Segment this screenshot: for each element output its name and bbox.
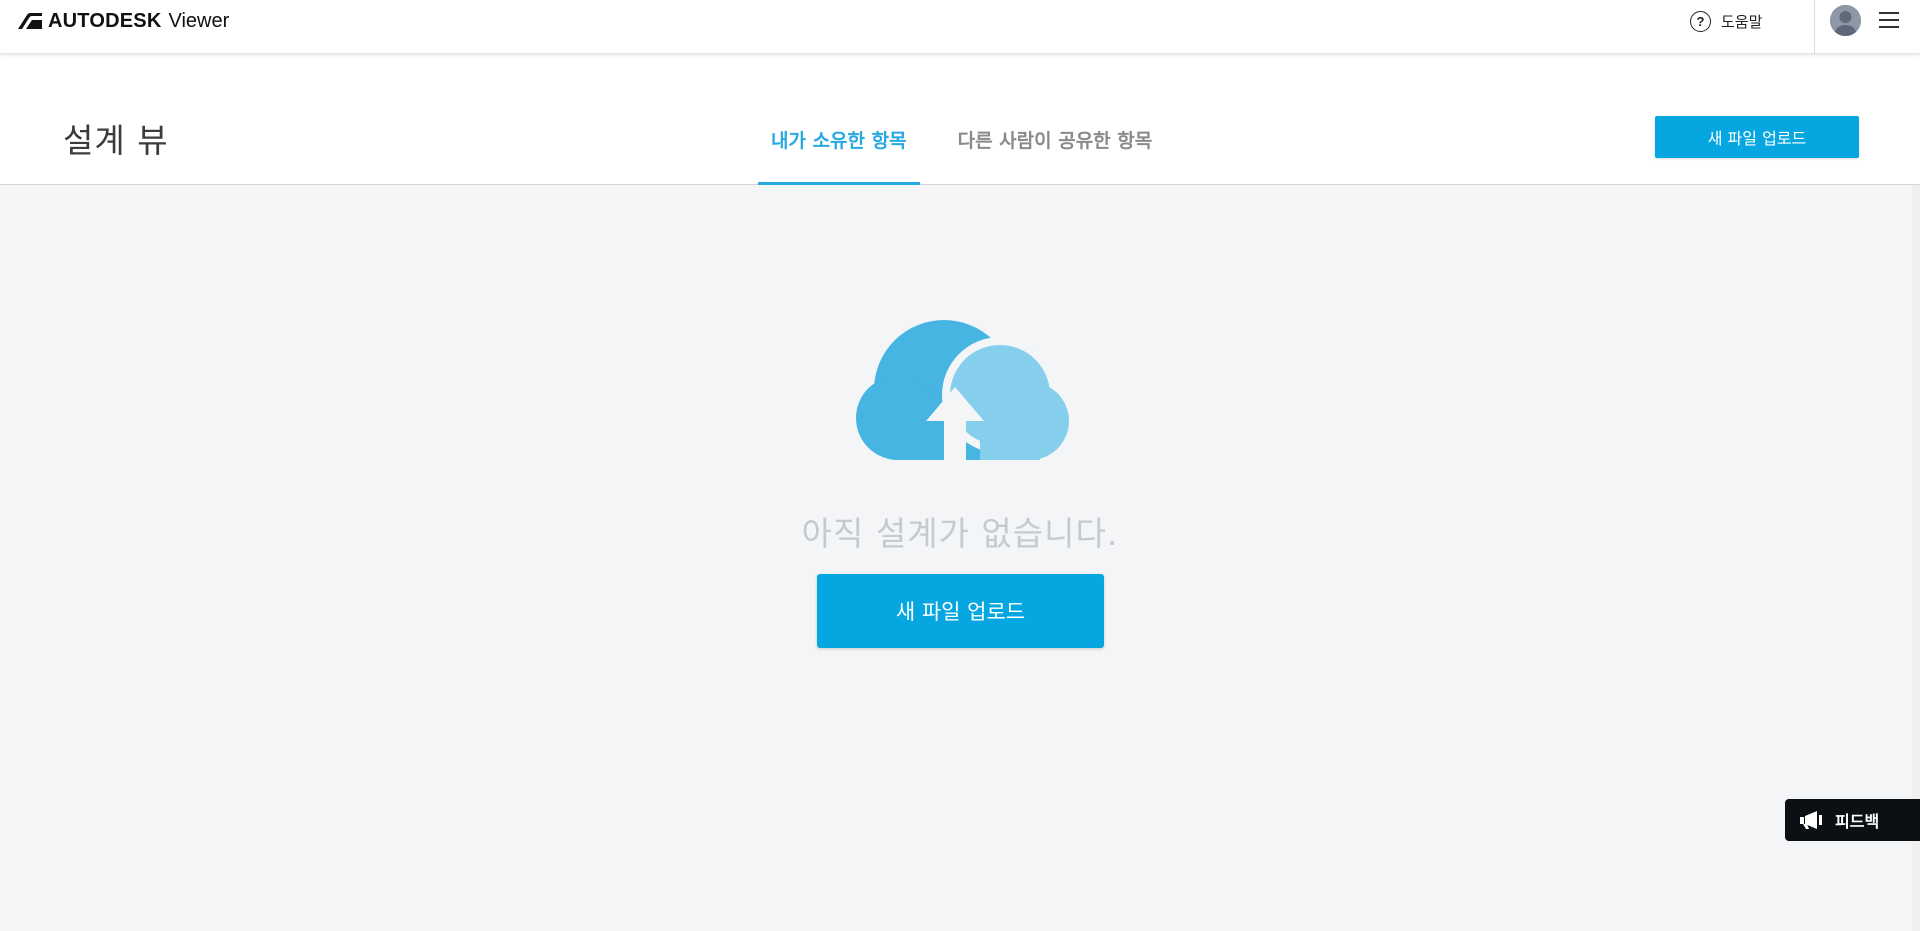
upload-new-file-center-button[interactable]: 새 파일 업로드 bbox=[817, 574, 1104, 648]
page-title: 설계 뷰 bbox=[63, 121, 169, 160]
autodesk-logo[interactable]: AUTODESK Viewer bbox=[18, 8, 229, 34]
empty-state-message: 아직 설계가 없습니다. bbox=[801, 514, 1119, 553]
upload-new-file-button[interactable]: 새 파일 업로드 bbox=[1655, 116, 1859, 158]
top-navigation-bar: AUTODESK Viewer ? 도움말 bbox=[0, 0, 1920, 54]
tab-owned-by-me[interactable]: 내가 소유한 항목 bbox=[758, 114, 920, 185]
feedback-label: 피드백 bbox=[1835, 812, 1880, 831]
brand-name: AUTODESK bbox=[48, 9, 162, 32]
help-label: 도움말 bbox=[1721, 12, 1763, 31]
user-avatar[interactable] bbox=[1830, 5, 1861, 36]
question-circle-icon: ? bbox=[1690, 10, 1711, 32]
main-content: 아직 설계가 없습니다. 새 파일 업로드 bbox=[0, 185, 1920, 931]
page-header: 설계 뷰 내가 소유한 항목 다른 사람이 공유한 항목 새 파일 업로드 bbox=[0, 54, 1920, 185]
feedback-button[interactable]: 피드백 bbox=[1785, 799, 1920, 841]
tab-shared-with-me[interactable]: 다른 사람이 공유한 항목 bbox=[945, 114, 1166, 185]
product-name: Viewer bbox=[168, 9, 230, 32]
help-link[interactable]: ? 도움말 bbox=[1690, 10, 1762, 32]
user-silhouette-icon bbox=[1830, 5, 1861, 36]
megaphone-icon bbox=[1800, 811, 1822, 829]
topbar-divider bbox=[1814, 0, 1815, 54]
hamburger-menu-icon[interactable] bbox=[1879, 12, 1899, 30]
autodesk-mark-icon bbox=[18, 13, 42, 29]
tab-bar: 내가 소유한 항목 다른 사람이 공유한 항목 bbox=[758, 114, 1190, 185]
cloud-upload-icon bbox=[856, 320, 1069, 460]
